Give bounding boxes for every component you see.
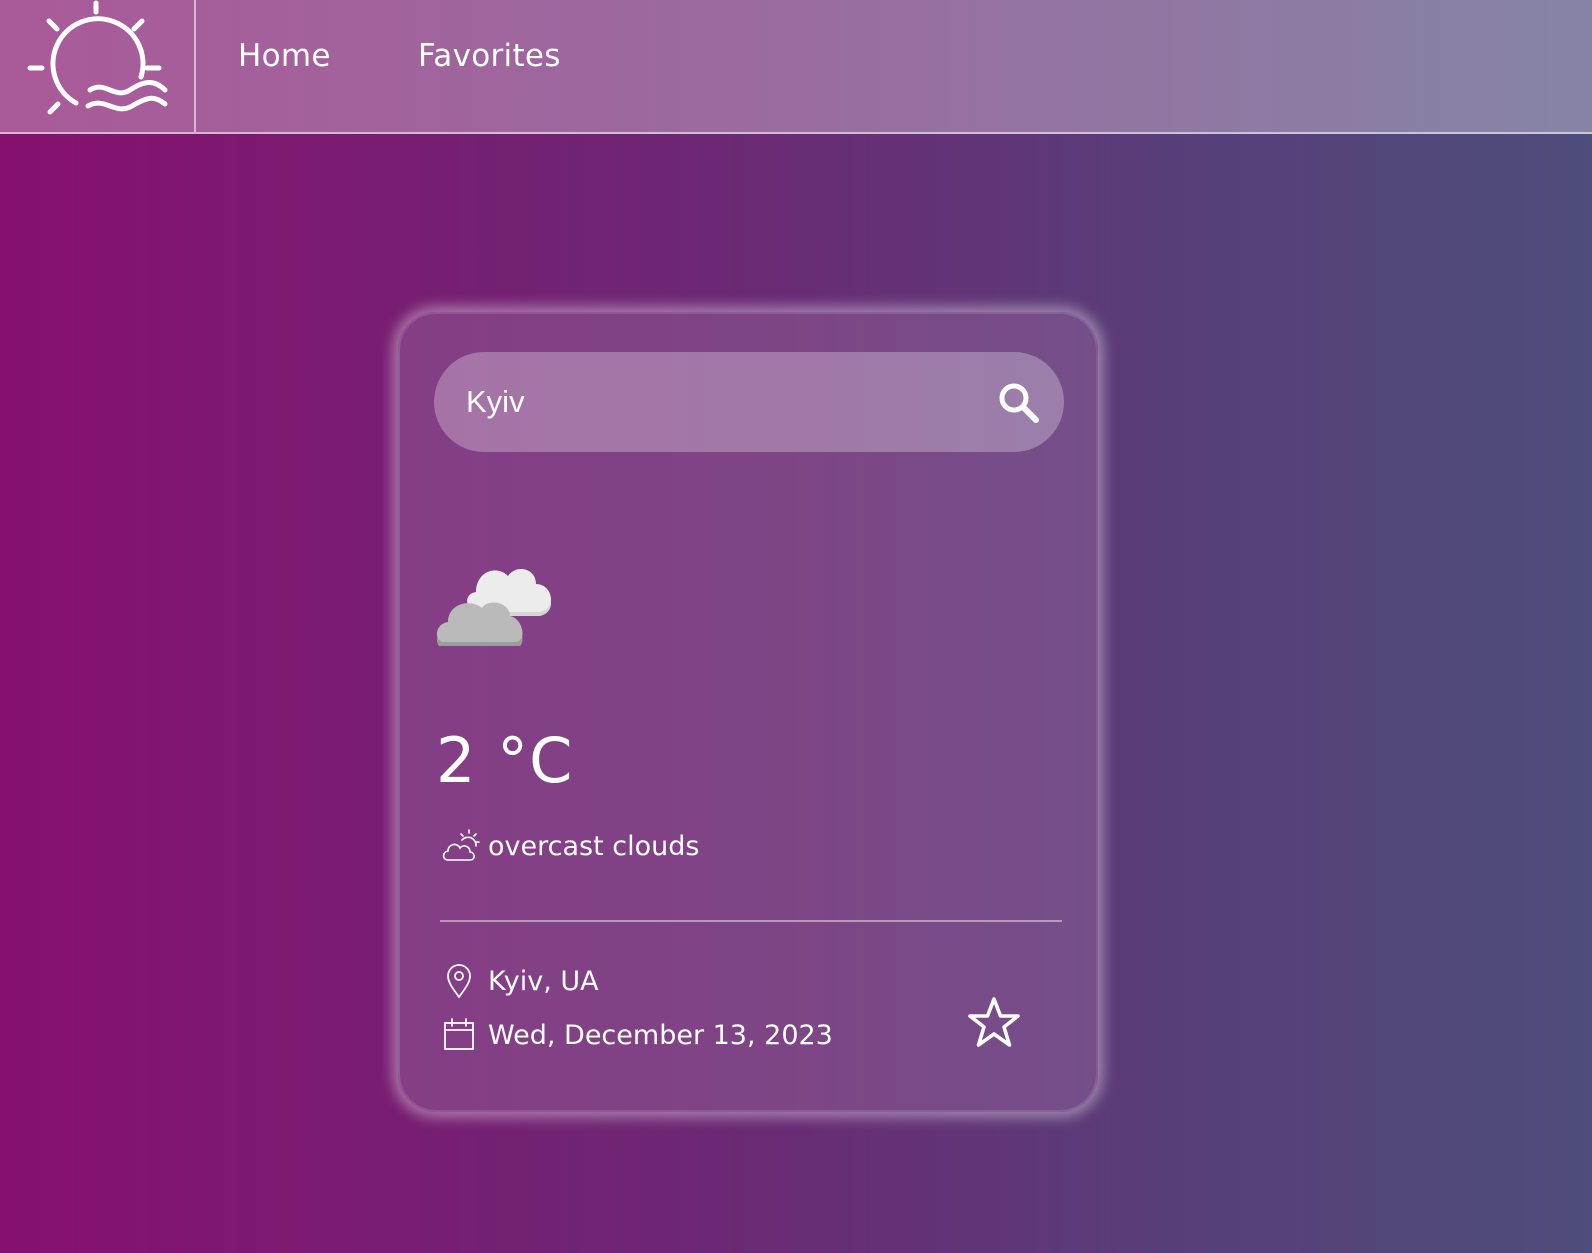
cloud-sun-icon [442,829,480,861]
divider [440,920,1062,922]
nav-favorites-link[interactable]: Favorites [418,38,561,74]
search-bar [434,352,1064,452]
calendar-icon [444,1018,474,1050]
search-icon [999,383,1039,423]
weather-condition: overcast clouds [440,826,699,866]
add-favorite-button[interactable] [964,994,1024,1054]
top-nav-bar: Home Favorites [0,0,1592,134]
date-text: Wed, December 13, 2023 [488,1019,833,1051]
overcast-clouds-icon [436,542,560,650]
location-row: Kyiv, UA [442,962,599,1000]
nav-home-link[interactable]: Home [238,38,331,74]
weather-card: 2 °C overcast clouds Kyiv, UA [398,312,1098,1112]
logo[interactable] [0,0,196,132]
temperature-value: 2 °C [436,724,574,797]
location-text: Kyiv, UA [488,965,599,997]
city-search-input[interactable] [466,378,986,426]
star-icon [968,997,1020,1047]
weather-condition-text: overcast clouds [488,830,700,862]
date-row: Wed, December 13, 2023 [442,1016,833,1054]
location-pin-icon [447,964,471,999]
sunrise-logo-icon [27,0,168,115]
search-button[interactable] [996,380,1042,426]
